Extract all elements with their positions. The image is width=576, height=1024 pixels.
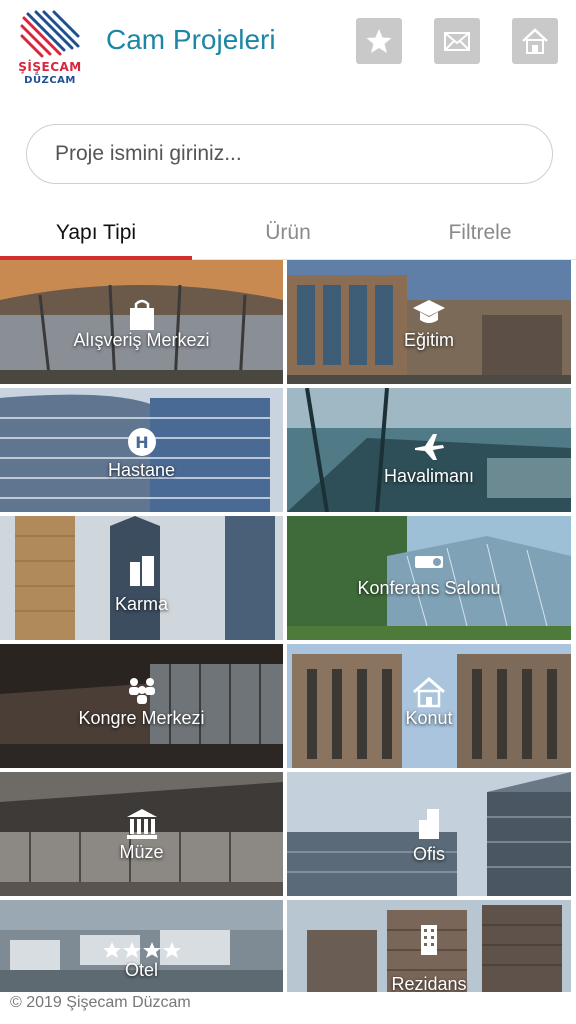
tile-label: Kongre Merkezi <box>78 708 205 728</box>
tab-filter[interactable]: Filtrele <box>384 206 576 260</box>
logo-text-sisecam: ŞİŞECAM <box>18 60 82 74</box>
tile-label: Eğitim <box>403 330 454 350</box>
graduation-cap-icon <box>413 300 445 323</box>
category-tile-airport[interactable]: Havalimanı <box>287 388 571 512</box>
category-grid: Alışveriş Merkezi Eğitim H Hastane Haval… <box>0 260 576 992</box>
tile-label: Konut <box>405 708 453 728</box>
buildings-icon <box>129 556 154 586</box>
tab-product[interactable]: Ürün <box>192 206 384 260</box>
category-tile-shopping-mall[interactable]: Alışveriş Merkezi <box>0 260 283 384</box>
tile-label: Konferans Salonu <box>357 578 501 598</box>
sisecam-logo: ŞİŞECAM DÜZCAM <box>14 8 86 90</box>
tile-label: Havalimanı <box>383 466 475 486</box>
home-button[interactable] <box>512 18 558 64</box>
app-title: Cam Projeleri <box>106 24 276 55</box>
airplane-icon <box>415 434 444 460</box>
tile-label: Ofis <box>412 844 445 864</box>
category-tile-mixed-use[interactable]: Karma <box>0 516 283 640</box>
tile-label: Alışveriş Merkezi <box>73 330 210 350</box>
tile-label: Müze <box>119 842 164 862</box>
tile-label: Rezidans <box>391 974 467 992</box>
logo-mark-icon <box>20 10 80 58</box>
search-input[interactable] <box>55 139 515 169</box>
search-box <box>26 124 553 184</box>
tab-bar: Yapı Tipi Ürün Filtrele <box>0 206 576 260</box>
home-icon <box>522 28 548 54</box>
projector-icon <box>415 556 443 568</box>
tower-icon <box>421 925 437 955</box>
star-icon <box>366 29 392 53</box>
hospital-icon: H <box>127 428 156 456</box>
mail-icon <box>444 32 470 51</box>
house-icon <box>413 677 445 708</box>
category-tile-education[interactable]: Eğitim <box>287 260 571 384</box>
category-tile-hotel[interactable]: Otel <box>0 900 283 992</box>
svg-text:H: H <box>135 433 148 452</box>
logo-text-duzcam: DÜZCAM <box>24 75 76 86</box>
copyright-text: © 2019 Şişecam Düzcam <box>10 994 191 1011</box>
app-header: ŞİŞECAM DÜZCAM Cam Projeleri <box>0 0 576 100</box>
category-tile-housing[interactable]: Konut <box>287 644 571 768</box>
stars-icon <box>102 942 181 958</box>
category-tile-museum[interactable]: Müze <box>0 772 283 896</box>
category-tile-residence[interactable]: Rezidans <box>287 900 571 992</box>
category-tile-hospital[interactable]: H Hastane <box>0 388 283 512</box>
tile-label: Karma <box>114 594 168 614</box>
tile-label: Hastane <box>107 460 176 480</box>
category-tile-congress-center[interactable]: Kongre Merkezi <box>0 644 283 768</box>
office-icon <box>419 809 439 839</box>
tile-label: Otel <box>124 960 158 980</box>
people-icon <box>128 678 155 704</box>
category-tile-office[interactable]: Ofis <box>287 772 571 896</box>
tab-building-type[interactable]: Yapı Tipi <box>0 206 192 260</box>
favorites-button[interactable] <box>356 18 402 64</box>
shopping-bag-icon <box>129 299 154 330</box>
museum-icon <box>126 809 157 839</box>
category-tile-conference-hall[interactable]: Konferans Salonu <box>287 516 571 640</box>
mail-button[interactable] <box>434 18 480 64</box>
